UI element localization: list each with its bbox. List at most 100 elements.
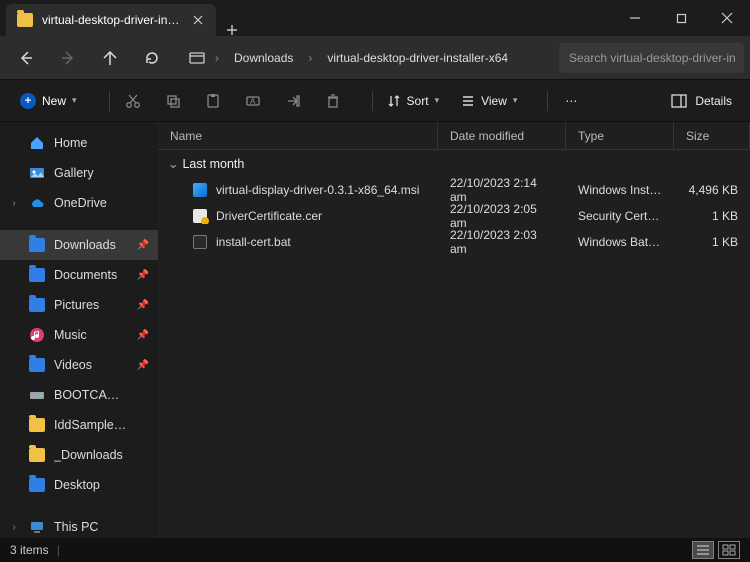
sidebar-item-label: Pictures (54, 298, 128, 312)
chevron-right-icon[interactable]: › (208, 51, 226, 65)
expander-icon: › (8, 522, 20, 533)
sidebar-item-gallery[interactable]: Gallery (0, 158, 158, 188)
column-date[interactable]: Date modified (438, 122, 566, 149)
sidebar-item-bootcamp-c-[interactable]: BOOTCAMP (C:) (0, 380, 158, 410)
sidebar-item-desktop[interactable]: Desktop (0, 470, 158, 500)
pin-icon: 📌 (136, 330, 150, 341)
details-icon (671, 94, 687, 108)
file-row[interactable]: DriverCertificate.cer 22/10/2023 2:05 amS… (158, 203, 750, 229)
chevron-down-icon: ▾ (435, 95, 440, 106)
sidebar-item-home[interactable]: Home (0, 128, 158, 158)
paste-button[interactable] (196, 86, 230, 116)
sidebar-item-label: Videos (54, 358, 128, 372)
search-input[interactable]: Search virtual-desktop-driver-in (559, 43, 744, 73)
expander-icon: › (8, 198, 20, 209)
address-icon (188, 49, 206, 67)
folder-blue-icon (28, 236, 46, 254)
chevron-right-icon[interactable]: › (301, 51, 319, 65)
new-button[interactable]: + New ▾ (10, 89, 87, 113)
copy-button[interactable] (156, 86, 190, 116)
view-button[interactable]: View ▾ (453, 90, 525, 112)
file-date: 22/10/2023 2:14 am (438, 176, 566, 204)
group-header[interactable]: ⌄ Last month (158, 150, 750, 177)
close-tab-button[interactable] (190, 12, 206, 28)
onedrive-icon (28, 194, 46, 212)
share-button[interactable] (276, 86, 310, 116)
chevron-down-icon: ▾ (72, 95, 77, 106)
pin-icon: 📌 (136, 360, 150, 371)
sidebar-item--downloads[interactable]: _Downloads (0, 440, 158, 470)
file-size: 1 KB (674, 235, 750, 249)
column-size[interactable]: Size (674, 122, 750, 149)
breadcrumb-current[interactable]: virtual-desktop-driver-installer-x64 (321, 47, 514, 69)
chevron-down-icon: ▾ (513, 95, 518, 106)
refresh-button[interactable] (132, 42, 172, 74)
window-tab[interactable]: virtual-desktop-driver-installer (6, 4, 216, 36)
folder-blue-icon (28, 476, 46, 494)
cut-button[interactable] (116, 86, 150, 116)
more-button[interactable]: ⋯ (554, 86, 588, 116)
drive-icon (28, 386, 46, 404)
details-pane-button[interactable]: Details (663, 90, 740, 112)
forward-button[interactable] (48, 42, 88, 74)
file-date: 22/10/2023 2:05 am (438, 202, 566, 230)
folder-yellow-icon (28, 446, 46, 464)
file-name: DriverCertificate.cer (216, 209, 322, 223)
back-button[interactable] (6, 42, 46, 74)
thumbnail-view-mode[interactable] (718, 541, 740, 559)
sort-button[interactable]: Sort ▾ (379, 90, 448, 112)
group-label: Last month (182, 157, 244, 171)
sidebar-item-label: OneDrive (54, 196, 128, 210)
sidebar-item-label: Desktop (54, 478, 128, 492)
chevron-down-icon: ⌄ (168, 156, 178, 171)
sidebar: HomeGallery›OneDrive Downloads📌Documents… (0, 122, 158, 538)
file-name: install-cert.bat (216, 235, 291, 249)
sidebar-item-onedrive[interactable]: › OneDrive (0, 188, 158, 218)
sidebar-item-iddsampledriver[interactable]: IddSampleDriver (0, 410, 158, 440)
up-button[interactable] (90, 42, 130, 74)
column-type[interactable]: Type (566, 122, 674, 149)
search-placeholder: Search virtual-desktop-driver-in (569, 51, 736, 65)
file-icon (192, 182, 208, 198)
rename-button[interactable]: A (236, 86, 270, 116)
new-label: New (42, 94, 66, 108)
new-tab-button[interactable] (216, 24, 248, 36)
view-icon (461, 94, 475, 108)
plus-icon: + (20, 93, 36, 109)
view-label: View (481, 94, 507, 108)
sidebar-item-label: Music (54, 328, 128, 342)
sidebar-item-documents[interactable]: Documents📌 (0, 260, 158, 290)
sidebar-item-label: _Downloads (54, 448, 128, 462)
folder-icon (16, 11, 34, 29)
pin-icon: 📌 (136, 300, 150, 311)
sidebar-item-this-pc[interactable]: › This PC (0, 512, 158, 538)
sidebar-item-downloads[interactable]: Downloads📌 (0, 230, 158, 260)
file-icon (192, 208, 208, 224)
sidebar-item-label: Home (54, 136, 128, 150)
file-row[interactable]: install-cert.bat22/10/2023 2:03 amWindow… (158, 229, 750, 255)
column-name[interactable]: Name (158, 122, 438, 149)
sidebar-item-videos[interactable]: Videos 📌 (0, 350, 158, 380)
home-icon (28, 134, 46, 152)
close-window-button[interactable] (704, 0, 750, 36)
svg-text:A: A (250, 97, 256, 106)
breadcrumb-downloads[interactable]: Downloads (228, 47, 299, 69)
pin-icon: 📌 (136, 240, 150, 251)
file-type: Security Certificate (566, 209, 674, 223)
file-type: Windows Batch File (566, 235, 674, 249)
maximize-button[interactable] (658, 0, 704, 36)
minimize-button[interactable] (612, 0, 658, 36)
status-item-count: 3 items (10, 543, 49, 557)
gallery-icon (28, 164, 46, 182)
sort-label: Sort (407, 94, 429, 108)
file-size: 4,496 KB (674, 183, 750, 197)
sidebar-item-music[interactable]: Music 📌 (0, 320, 158, 350)
sidebar-item-label: This PC (54, 520, 128, 534)
sidebar-item-pictures[interactable]: Pictures 📌 (0, 290, 158, 320)
file-row[interactable]: virtual-display-driver-0.3.1-x86_64.msi2… (158, 177, 750, 203)
music-icon (28, 326, 46, 344)
delete-button[interactable] (316, 86, 350, 116)
details-view-mode[interactable] (692, 541, 714, 559)
folder-blue-icon (28, 356, 46, 374)
sidebar-item-label: Documents (54, 268, 128, 282)
